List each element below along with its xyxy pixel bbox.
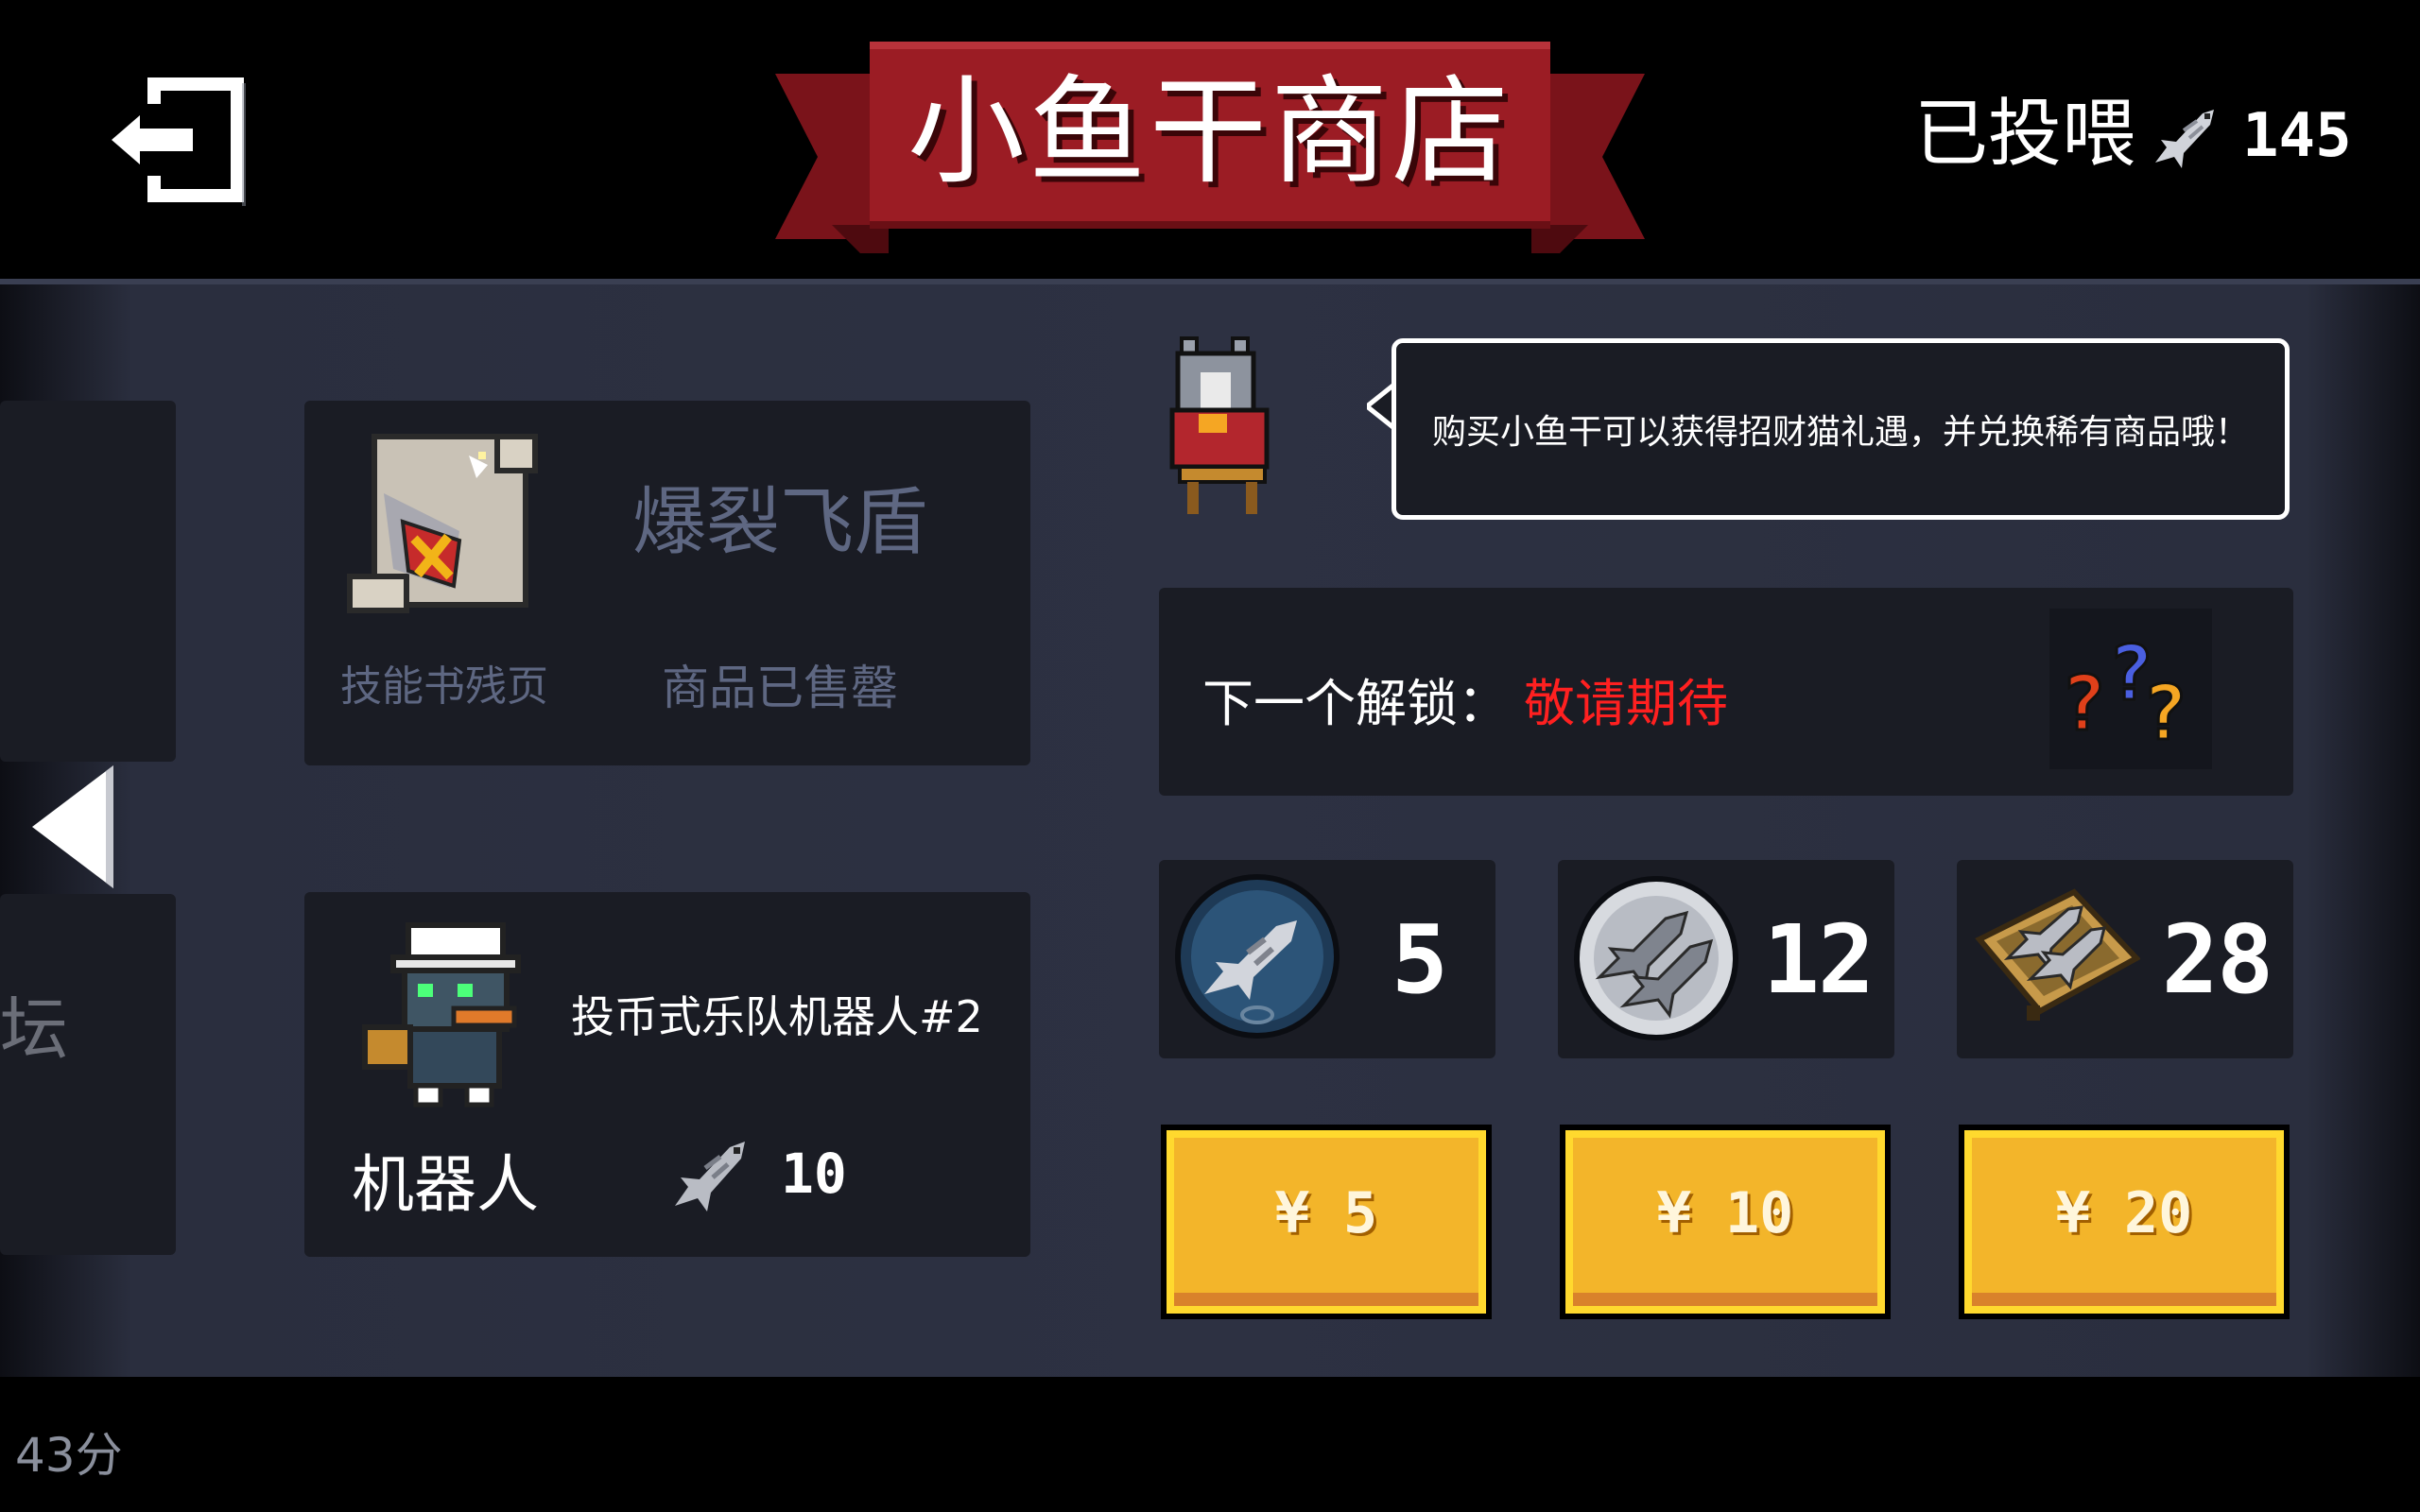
robot-icon	[362, 922, 521, 1108]
bottom-bar	[0, 1377, 2420, 1512]
item-name: 投币式乐队机器人#2	[571, 991, 983, 1042]
speech-text: 购买小鱼干可以获得招财猫礼遇，并兑换稀有商品哦！	[1431, 413, 2249, 452]
item-price: 10	[781, 1142, 847, 1206]
lucky-cat-icon	[1169, 336, 1270, 514]
item-name: 爆裂飞盾	[631, 480, 927, 565]
item-type: 技能书残页	[340, 662, 548, 711]
fish-pack-amount: 12	[1762, 903, 1875, 1015]
fish-bowl-icon	[1175, 874, 1340, 1039]
item-category: 机器人	[352, 1148, 539, 1221]
fish-crate-icon	[1975, 888, 2140, 1021]
left-arrow-icon	[32, 765, 113, 888]
partial-item-card[interactable]	[0, 894, 176, 1255]
exit-button[interactable]	[112, 74, 249, 210]
fed-count: 145	[2242, 101, 2352, 171]
question-marks-icon: ? ? ?	[2060, 628, 2189, 759]
fps-counter: 43分	[15, 1428, 123, 1483]
next-unlock-label: 下一个解锁：	[1202, 674, 1509, 733]
exit-icon	[112, 77, 246, 210]
partial-card-label: 坛	[0, 989, 69, 1069]
previous-page-button[interactable]	[32, 765, 117, 888]
fish-pack-amount: 5	[1391, 903, 1448, 1015]
fish-plate-icon	[1574, 876, 1738, 1040]
scroll-icon	[347, 434, 538, 613]
partial-item-card[interactable]	[0, 401, 176, 762]
svg-text:?: ?	[2061, 660, 2106, 747]
fish-pack-medium: 12	[1558, 860, 1894, 1058]
item-status: 商品已售罄	[662, 661, 898, 715]
fed-label: 已投喂	[1914, 92, 2136, 177]
fish-icon	[2155, 110, 2214, 168]
shop-title: 小鱼干商店	[907, 64, 1512, 200]
speech-bubble: 购买小鱼干可以获得招财猫礼遇，并兑换稀有商品哦！	[1392, 338, 2290, 520]
next-unlock-value: 敬请期待	[1524, 674, 1728, 733]
buy-button-large[interactable]: ¥ 20	[1959, 1125, 2290, 1319]
buy-button-small[interactable]: ¥ 5	[1161, 1125, 1492, 1319]
svg-text:?: ?	[2142, 669, 2187, 757]
fish-pack-amount: 28	[2161, 903, 2273, 1015]
buy-button-medium[interactable]: ¥ 10	[1560, 1125, 1891, 1319]
fish-icon	[675, 1142, 745, 1211]
fish-pack-small: 5	[1159, 860, 1495, 1058]
fish-pack-large: 28	[1957, 860, 2293, 1058]
mystery-item-box: ? ? ?	[2049, 609, 2212, 769]
